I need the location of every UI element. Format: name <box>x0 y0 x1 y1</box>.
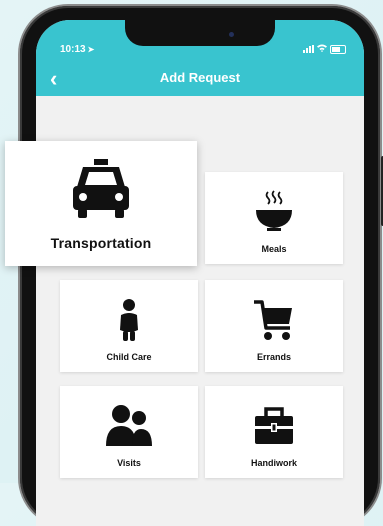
camera-icon <box>229 32 234 37</box>
location-arrow-icon: ➤ <box>87 45 95 54</box>
tile-label: Visits <box>117 458 141 468</box>
nav-bar: ‹ Add Request <box>36 60 364 96</box>
notch <box>125 20 275 46</box>
tile-label: Errands <box>256 352 291 362</box>
page-title: Add Request <box>159 70 241 85</box>
tile-transportation[interactable]: Transportation <box>5 141 197 266</box>
tile-label: Child Care <box>106 352 152 362</box>
child-icon <box>60 298 198 341</box>
phone-frame: 10:13 ➤ ‹ Add Request Meals Child Care E… <box>20 6 383 526</box>
cart-icon <box>205 298 343 340</box>
toolbox-icon <box>205 404 343 446</box>
status-bar: 10:13 ➤ <box>36 20 364 60</box>
tile-visits[interactable]: Visits <box>60 386 198 478</box>
tile-errands[interactable]: Errands <box>205 280 343 372</box>
wifi-icon <box>317 44 327 54</box>
bowl-icon <box>205 190 343 232</box>
tile-handiwork[interactable]: Handiwork <box>205 386 343 478</box>
tile-label: Transportation <box>50 235 152 251</box>
tile-meals[interactable]: Meals <box>205 172 343 264</box>
system-icons <box>303 44 346 54</box>
app-screen: 10:13 ➤ ‹ Add Request Meals Child Care E… <box>36 20 364 526</box>
signal-icon <box>303 45 314 53</box>
tile-label: Handiwork <box>250 458 297 468</box>
tile-label: Meals <box>261 244 287 254</box>
tile-child-care[interactable]: Child Care <box>60 280 198 372</box>
people-icon <box>60 404 198 446</box>
taxi-icon <box>5 157 197 221</box>
status-time: 10:13 ➤ <box>60 44 95 55</box>
battery-icon <box>330 44 346 54</box>
